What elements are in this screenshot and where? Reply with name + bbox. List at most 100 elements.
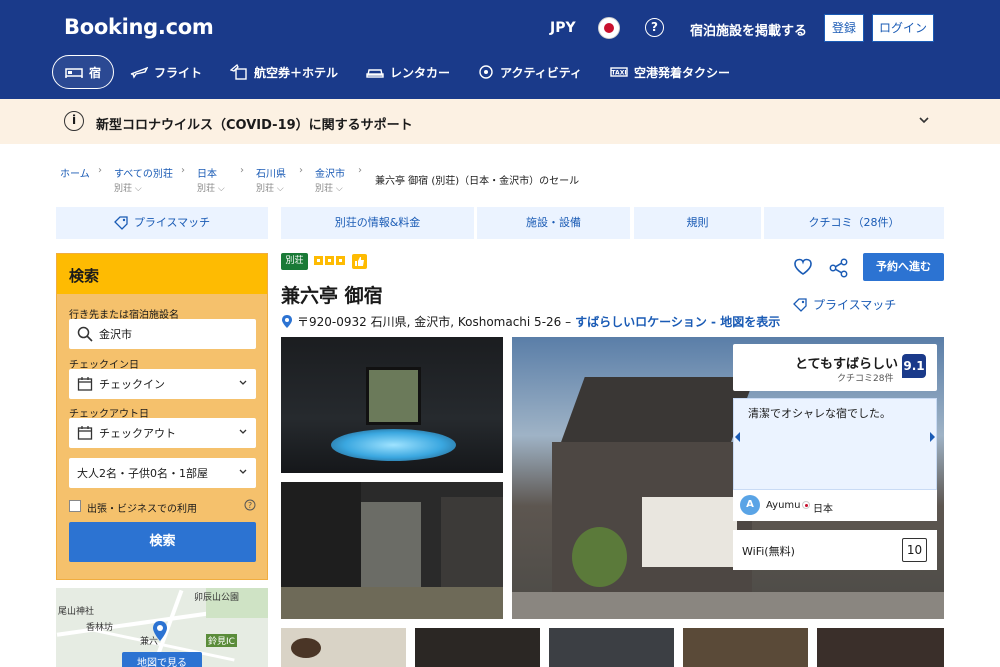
review-user: A Ayumu 日本 xyxy=(733,490,937,521)
price-match-link-label: プライスマッチ xyxy=(813,298,897,312)
guests-selector[interactable]: 大人2名・子供0名・1部屋 xyxy=(69,458,256,488)
breadcrumb-link[interactable]: すべての別荘 xyxy=(114,169,173,180)
search-icon xyxy=(77,326,93,342)
tab-info-prices[interactable]: 別荘の情報&料金 xyxy=(281,207,474,239)
review-score-badge: 9.1 xyxy=(902,354,926,378)
breadcrumb-ishikawa[interactable]: 石川県 別荘 ⌵ xyxy=(256,165,286,194)
photo-thumb-2[interactable] xyxy=(415,628,540,667)
japan-flag-icon xyxy=(802,501,810,509)
tab-rules[interactable]: 規則 xyxy=(634,207,761,239)
map-preview[interactable]: 卯辰山公園 尾山神社 香林坊 兼六 鈴見IC 地図で見る xyxy=(56,588,268,667)
price-match-link[interactable]: プライスマッチ xyxy=(793,296,896,313)
checkout-field[interactable]: チェックアウト xyxy=(69,418,256,448)
breadcrumb-link[interactable]: 金沢市 xyxy=(315,169,345,180)
photo-thumb-food[interactable] xyxy=(281,628,406,667)
chevron-down-icon[interactable] xyxy=(917,113,931,127)
location-pin-icon xyxy=(282,315,292,328)
nav-attractions[interactable]: アクティビティ xyxy=(466,55,594,89)
photo-tatami xyxy=(281,587,503,619)
map-label: 尾山神社 xyxy=(58,607,95,617)
price-match-tab[interactable]: プライスマッチ xyxy=(56,207,268,239)
breadcrumb-current-label: 兼六亭 御宿 (別荘)（日本・金沢市）のセール xyxy=(375,176,580,187)
photo-ground xyxy=(512,592,944,619)
tag-icon xyxy=(113,216,128,230)
booking-logo[interactable]: Booking.com xyxy=(64,15,214,39)
wifi-label: WiFi(無料) xyxy=(742,545,795,558)
nav-label: 空港発着タクシー xyxy=(634,65,731,80)
list-property-link[interactable]: 宿泊施設を掲載する xyxy=(690,20,807,39)
breadcrumb-separator: › xyxy=(240,165,244,176)
question-icon[interactable]: ? xyxy=(244,499,256,511)
japan-flag-icon[interactable] xyxy=(598,17,620,39)
show-map-button[interactable]: 地図で見る xyxy=(122,652,202,667)
destination-input[interactable]: 金沢市 xyxy=(69,319,256,349)
review-count: クチコミ28件 xyxy=(837,374,894,384)
info-icon: i xyxy=(64,111,84,131)
photo-tree xyxy=(572,527,627,587)
help-icon[interactable]: ? xyxy=(645,18,664,37)
photo-thumb-5[interactable] xyxy=(817,628,944,667)
nav-stays[interactable]: 宿 xyxy=(52,55,115,89)
tab-facilities[interactable]: 施設・設備 xyxy=(477,207,630,239)
nav-airport-taxi[interactable]: TAXI 空港発着タクシー xyxy=(598,55,742,89)
review-user-name: Ayumu xyxy=(766,500,801,511)
photo-bath-water xyxy=(331,429,456,461)
register-button[interactable]: 登録 xyxy=(824,14,864,42)
covid-banner[interactable]: i 新型コロナウイルス（COVID-19）に関するサポート xyxy=(0,99,1000,144)
review-next-icon[interactable] xyxy=(930,432,935,442)
car-icon xyxy=(366,69,384,78)
review-score-card[interactable]: とてもすばらしい クチコミ28件 9.1 xyxy=(733,344,937,391)
address-text: 〒920-0932 石川県, 金沢市, Koshomachi 5-26 – xyxy=(297,315,572,329)
breadcrumb-sub[interactable]: 別荘 ⌵ xyxy=(114,181,142,194)
business-checkbox[interactable] xyxy=(69,500,81,512)
nav-label: 宿 xyxy=(89,65,102,80)
breadcrumb-home[interactable]: ホーム xyxy=(60,165,90,180)
destination-value: 金沢市 xyxy=(99,328,132,341)
calendar-icon xyxy=(77,377,93,391)
heart-icon[interactable] xyxy=(793,258,813,276)
photo-noren xyxy=(642,497,737,567)
breadcrumb-sub[interactable]: 別荘 ⌵ xyxy=(256,181,284,194)
reserve-button[interactable]: 予約へ進む xyxy=(863,253,944,281)
checkin-field[interactable]: チェックイン xyxy=(69,369,256,399)
location-map-link[interactable]: すばらしいロケーション - 地図を表示 xyxy=(575,313,780,330)
breadcrumb-link[interactable]: 石川県 xyxy=(256,169,286,180)
breadcrumb-all-villas[interactable]: すべての別荘 別荘 ⌵ xyxy=(114,165,173,194)
breadcrumb-separator: › xyxy=(358,165,362,176)
breadcrumb-separator: › xyxy=(299,165,303,176)
login-button[interactable]: ログイン xyxy=(872,14,934,42)
breadcrumb-link[interactable]: 日本 xyxy=(197,169,217,180)
nav-flights[interactable]: フライト xyxy=(118,55,214,89)
photo-window xyxy=(366,367,421,425)
photo-bath[interactable] xyxy=(281,337,503,473)
nav-car-rental[interactable]: レンタカー xyxy=(354,55,462,89)
photo-thumb-4[interactable] xyxy=(683,628,808,667)
flight-hotel-icon xyxy=(230,64,247,80)
breadcrumb-kanazawa[interactable]: 金沢市 別荘 ⌵ xyxy=(315,165,345,194)
search-button[interactable]: 検索 xyxy=(69,522,256,562)
checkin-value: チェックイン xyxy=(99,378,165,391)
plane-icon xyxy=(130,66,149,79)
star-icon xyxy=(336,256,345,265)
photo-thumb-3[interactable] xyxy=(549,628,674,667)
checkout-value: チェックアウト xyxy=(99,427,176,440)
share-icon[interactable] xyxy=(829,258,849,278)
property-address: 〒920-0932 石川県, 金沢市, Koshomachi 5-26 – すば… xyxy=(281,313,780,330)
breadcrumb-separator: › xyxy=(181,165,185,176)
photo-tatami-room[interactable] xyxy=(281,482,503,619)
nav-flight-hotel[interactable]: 航空券＋ホテル xyxy=(218,55,350,89)
avatar: A xyxy=(740,495,760,515)
map-label: 卯辰山公園 xyxy=(194,593,240,603)
breadcrumb-sub[interactable]: 別荘 ⌵ xyxy=(315,181,343,194)
thumbs-up-icon[interactable] xyxy=(352,254,367,269)
guests-value: 大人2名・子供0名・1部屋 xyxy=(77,467,208,480)
star-rating xyxy=(314,256,347,265)
breadcrumb-sub[interactable]: 別荘 ⌵ xyxy=(197,181,225,194)
nav-label: アクティビティ xyxy=(500,65,583,80)
breadcrumb-link[interactable]: ホーム xyxy=(60,169,90,180)
review-word: とてもすばらしい xyxy=(795,357,898,372)
tab-reviews[interactable]: クチコミ（28件） xyxy=(764,207,944,239)
breadcrumb-japan[interactable]: 日本 別荘 ⌵ xyxy=(197,165,225,194)
review-prev-icon[interactable] xyxy=(735,432,740,442)
currency-selector[interactable]: JPY xyxy=(550,20,576,36)
